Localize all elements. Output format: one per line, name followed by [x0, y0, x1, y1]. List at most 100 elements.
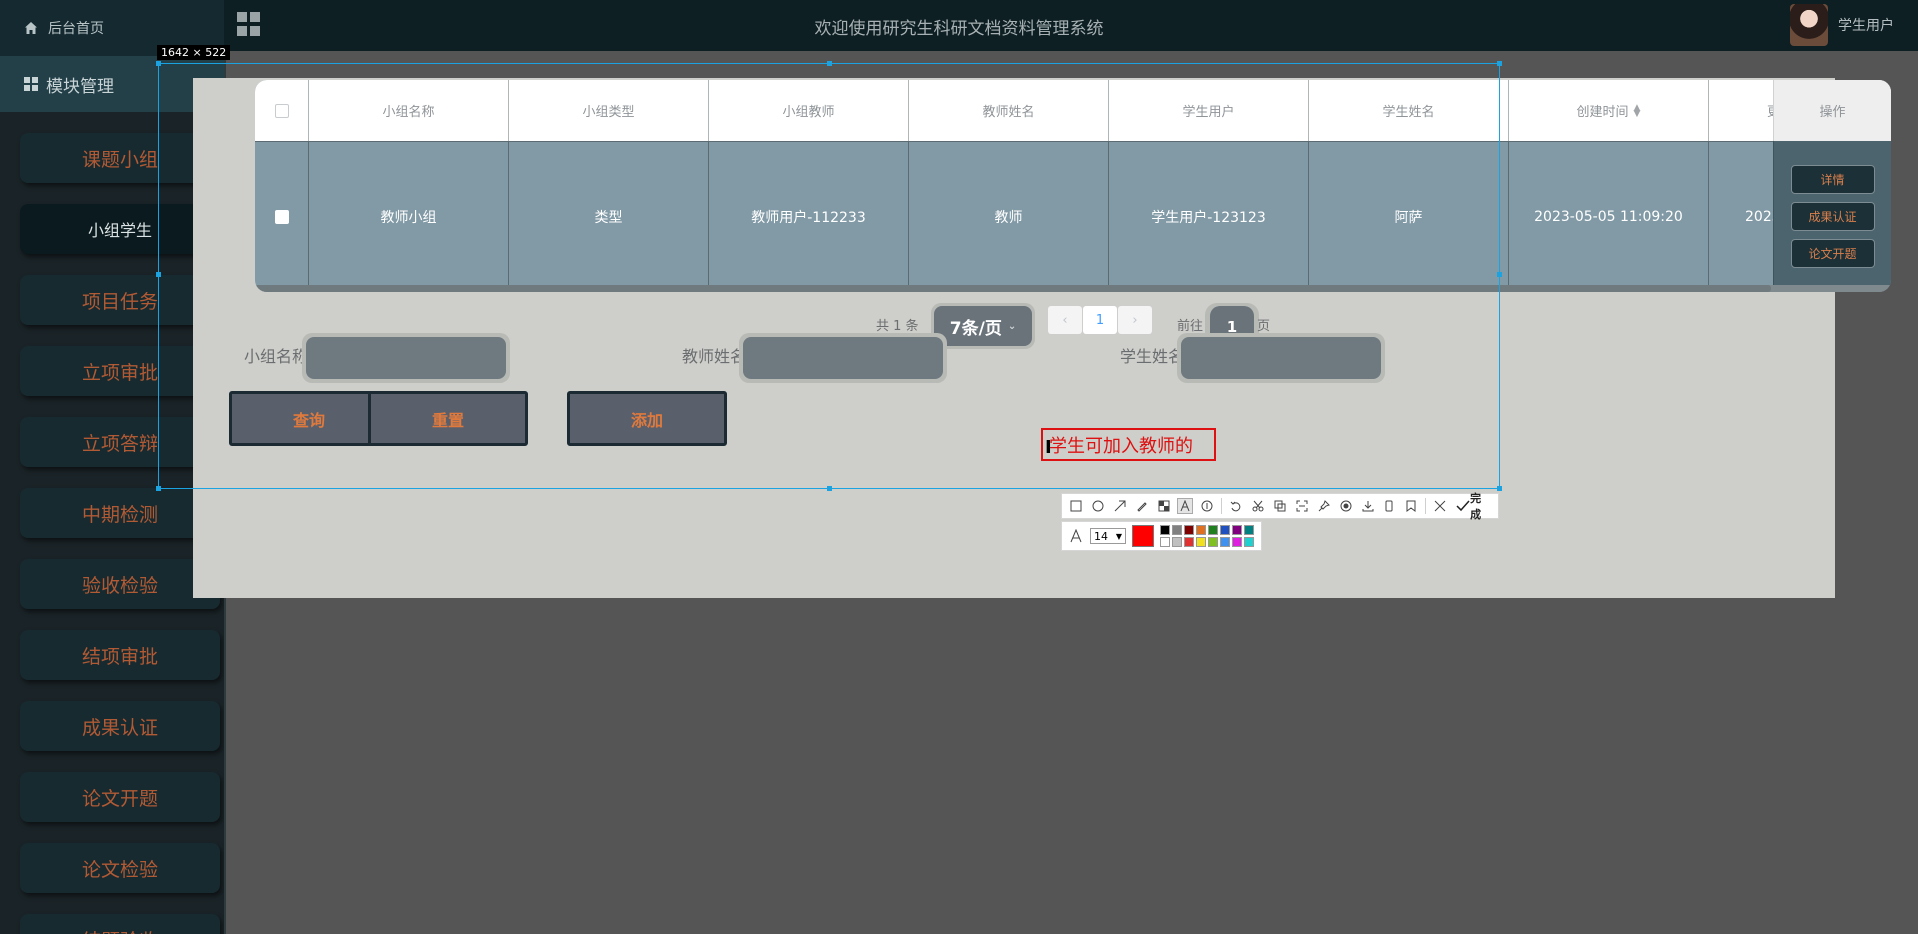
color-swatch[interactable] [1196, 525, 1206, 535]
user-label: 学生用户 [1838, 18, 1894, 34]
column-header[interactable]: 学生姓名 [1309, 80, 1509, 141]
sidebar-item[interactable]: 立项审批 [20, 346, 220, 396]
sidebar-item[interactable]: 小组学生 [20, 204, 220, 254]
horizontal-scrollbar[interactable] [255, 285, 1891, 292]
grid-icon [24, 77, 38, 91]
text-tool-icon[interactable] [1177, 498, 1194, 514]
total-count: 共 1 条 [876, 319, 919, 334]
teacher-name-input[interactable] [743, 337, 943, 379]
query-button[interactable]: 查询 [229, 391, 389, 446]
current-color-swatch[interactable] [1132, 525, 1154, 547]
table-cell: 阿萨 [1309, 141, 1509, 291]
color-swatch[interactable] [1232, 537, 1242, 547]
resize-handle[interactable] [827, 61, 832, 66]
scissors-icon[interactable] [1250, 498, 1266, 514]
sidebar-item[interactable]: 结项审批 [20, 630, 220, 680]
header-checkbox-cell [255, 80, 309, 141]
achievement-cert-button[interactable]: 成果认证 [1790, 201, 1875, 231]
color-swatch[interactable] [1232, 525, 1242, 535]
select-all-checkbox[interactable] [274, 103, 289, 118]
column-header[interactable]: 教师姓名 [909, 80, 1109, 141]
color-swatch[interactable] [1220, 537, 1230, 547]
add-button[interactable]: 添加 [567, 391, 727, 446]
record-icon[interactable] [1338, 498, 1354, 514]
sidebar-item[interactable]: 项目任务 [20, 275, 220, 325]
sidebar-item[interactable]: 中期检测 [20, 488, 220, 538]
color-swatch[interactable] [1184, 537, 1194, 547]
table-cell: 学生用户-123123 [1109, 141, 1309, 291]
column-header[interactable]: 小组类型 [509, 80, 709, 141]
group-name-input[interactable] [306, 337, 506, 379]
chevron-down-icon: ⌄ [1007, 320, 1017, 332]
detail-button[interactable]: 详情 [1790, 164, 1875, 194]
sidebar-item[interactable]: 验收检验 [20, 559, 220, 609]
finish-button[interactable]: 完成 [1456, 490, 1492, 522]
student-name-input[interactable] [1181, 337, 1381, 379]
table-row: 教师小组 类型 教师用户-112233 教师 学生用户-123123 阿萨 20… [255, 141, 1891, 291]
column-header[interactable]: 学生用户 [1109, 80, 1309, 141]
mosaic-icon[interactable] [1156, 498, 1172, 514]
caret-down-icon: ▼ [1115, 531, 1122, 541]
download-icon[interactable] [1360, 498, 1376, 514]
color-swatch[interactable] [1160, 537, 1170, 547]
resize-handle[interactable] [1497, 61, 1502, 66]
column-header-label: 创建时间 [1576, 105, 1629, 120]
sidebar-item[interactable]: 论文开题 [20, 772, 220, 822]
page-number-button[interactable]: 1 [1083, 306, 1117, 334]
color-swatch[interactable] [1160, 525, 1170, 535]
font-size-value: 14 [1094, 529, 1108, 543]
menu-list: 课题小组小组学生项目任务立项审批立项答辩中期检测验收检验结项审批成果认证论文开题… [0, 133, 224, 934]
font-icon [1068, 528, 1084, 544]
color-swatch[interactable] [1196, 537, 1206, 547]
pin-icon[interactable] [1316, 498, 1332, 514]
color-swatch[interactable] [1208, 537, 1218, 547]
prev-page-button[interactable]: ‹ [1048, 306, 1082, 334]
color-swatch[interactable] [1208, 525, 1218, 535]
next-page-button[interactable]: › [1118, 306, 1152, 334]
teacher-name-field [739, 333, 947, 383]
thesis-proposal-button[interactable]: 论文开题 [1790, 238, 1875, 268]
color-swatch[interactable] [1220, 525, 1230, 535]
sidebar-item[interactable]: 结题验收 [20, 914, 220, 934]
user-menu[interactable]: 学生用户 [1790, 4, 1894, 46]
sidebar-item[interactable]: 成果认证 [20, 701, 220, 751]
module-label: 模块管理 [46, 76, 114, 97]
ellipse-icon[interactable] [1090, 498, 1106, 514]
sidebar-item[interactable]: 课题小组 [20, 133, 220, 183]
copy-icon[interactable] [1272, 498, 1288, 514]
close-icon[interactable] [1432, 498, 1448, 514]
avatar [1790, 4, 1828, 46]
reset-button[interactable]: 重置 [368, 391, 528, 446]
bookmark-icon[interactable] [1403, 498, 1419, 514]
module-header[interactable]: 模块管理 [0, 56, 224, 112]
number-marker-icon[interactable] [1199, 498, 1215, 514]
font-size-select[interactable]: 14 ▼ [1090, 528, 1126, 544]
table-cell: 教师用户-112233 [709, 141, 909, 291]
text-annotation[interactable]: I 学生可加入教师的 [1041, 428, 1216, 461]
arrow-icon[interactable] [1112, 498, 1128, 514]
student-name-field [1177, 333, 1385, 383]
color-swatch[interactable] [1172, 537, 1182, 547]
ocr-scan-icon[interactable] [1294, 498, 1310, 514]
color-swatch[interactable] [1244, 525, 1254, 535]
column-header[interactable]: 小组名称 [309, 80, 509, 141]
top-bar: 欢迎使用研究生科研文档资料管理系统 学生用户 [0, 0, 1918, 51]
rectangle-icon[interactable] [1068, 498, 1084, 514]
ops-cell: 详情 成果认证 论文开题 [1773, 141, 1891, 291]
undo-icon[interactable] [1228, 498, 1244, 514]
table-header: 小组名称 小组类型 小组教师 教师姓名 学生用户 学生姓名 创建时间 ▲▼ 更 [255, 80, 1891, 141]
sort-icon[interactable]: ▲ ▼ [1634, 103, 1641, 118]
sidebar-item[interactable]: 立项答辩 [20, 417, 220, 467]
pencil-icon[interactable] [1134, 498, 1150, 514]
phone-icon[interactable] [1381, 498, 1397, 514]
annotation-toolbar: 完成 [1061, 490, 1499, 522]
scrollbar-thumb[interactable] [255, 285, 1771, 292]
color-swatch[interactable] [1244, 537, 1254, 547]
column-header-created-time[interactable]: 创建时间 ▲ ▼ [1509, 80, 1709, 141]
page-size-value: 7条/页 ⌄ [934, 306, 1032, 346]
sidebar-item[interactable]: 论文检验 [20, 843, 220, 893]
color-swatch[interactable] [1184, 525, 1194, 535]
row-checkbox[interactable] [274, 209, 289, 224]
column-header[interactable]: 小组教师 [709, 80, 909, 141]
color-swatch[interactable] [1172, 525, 1182, 535]
